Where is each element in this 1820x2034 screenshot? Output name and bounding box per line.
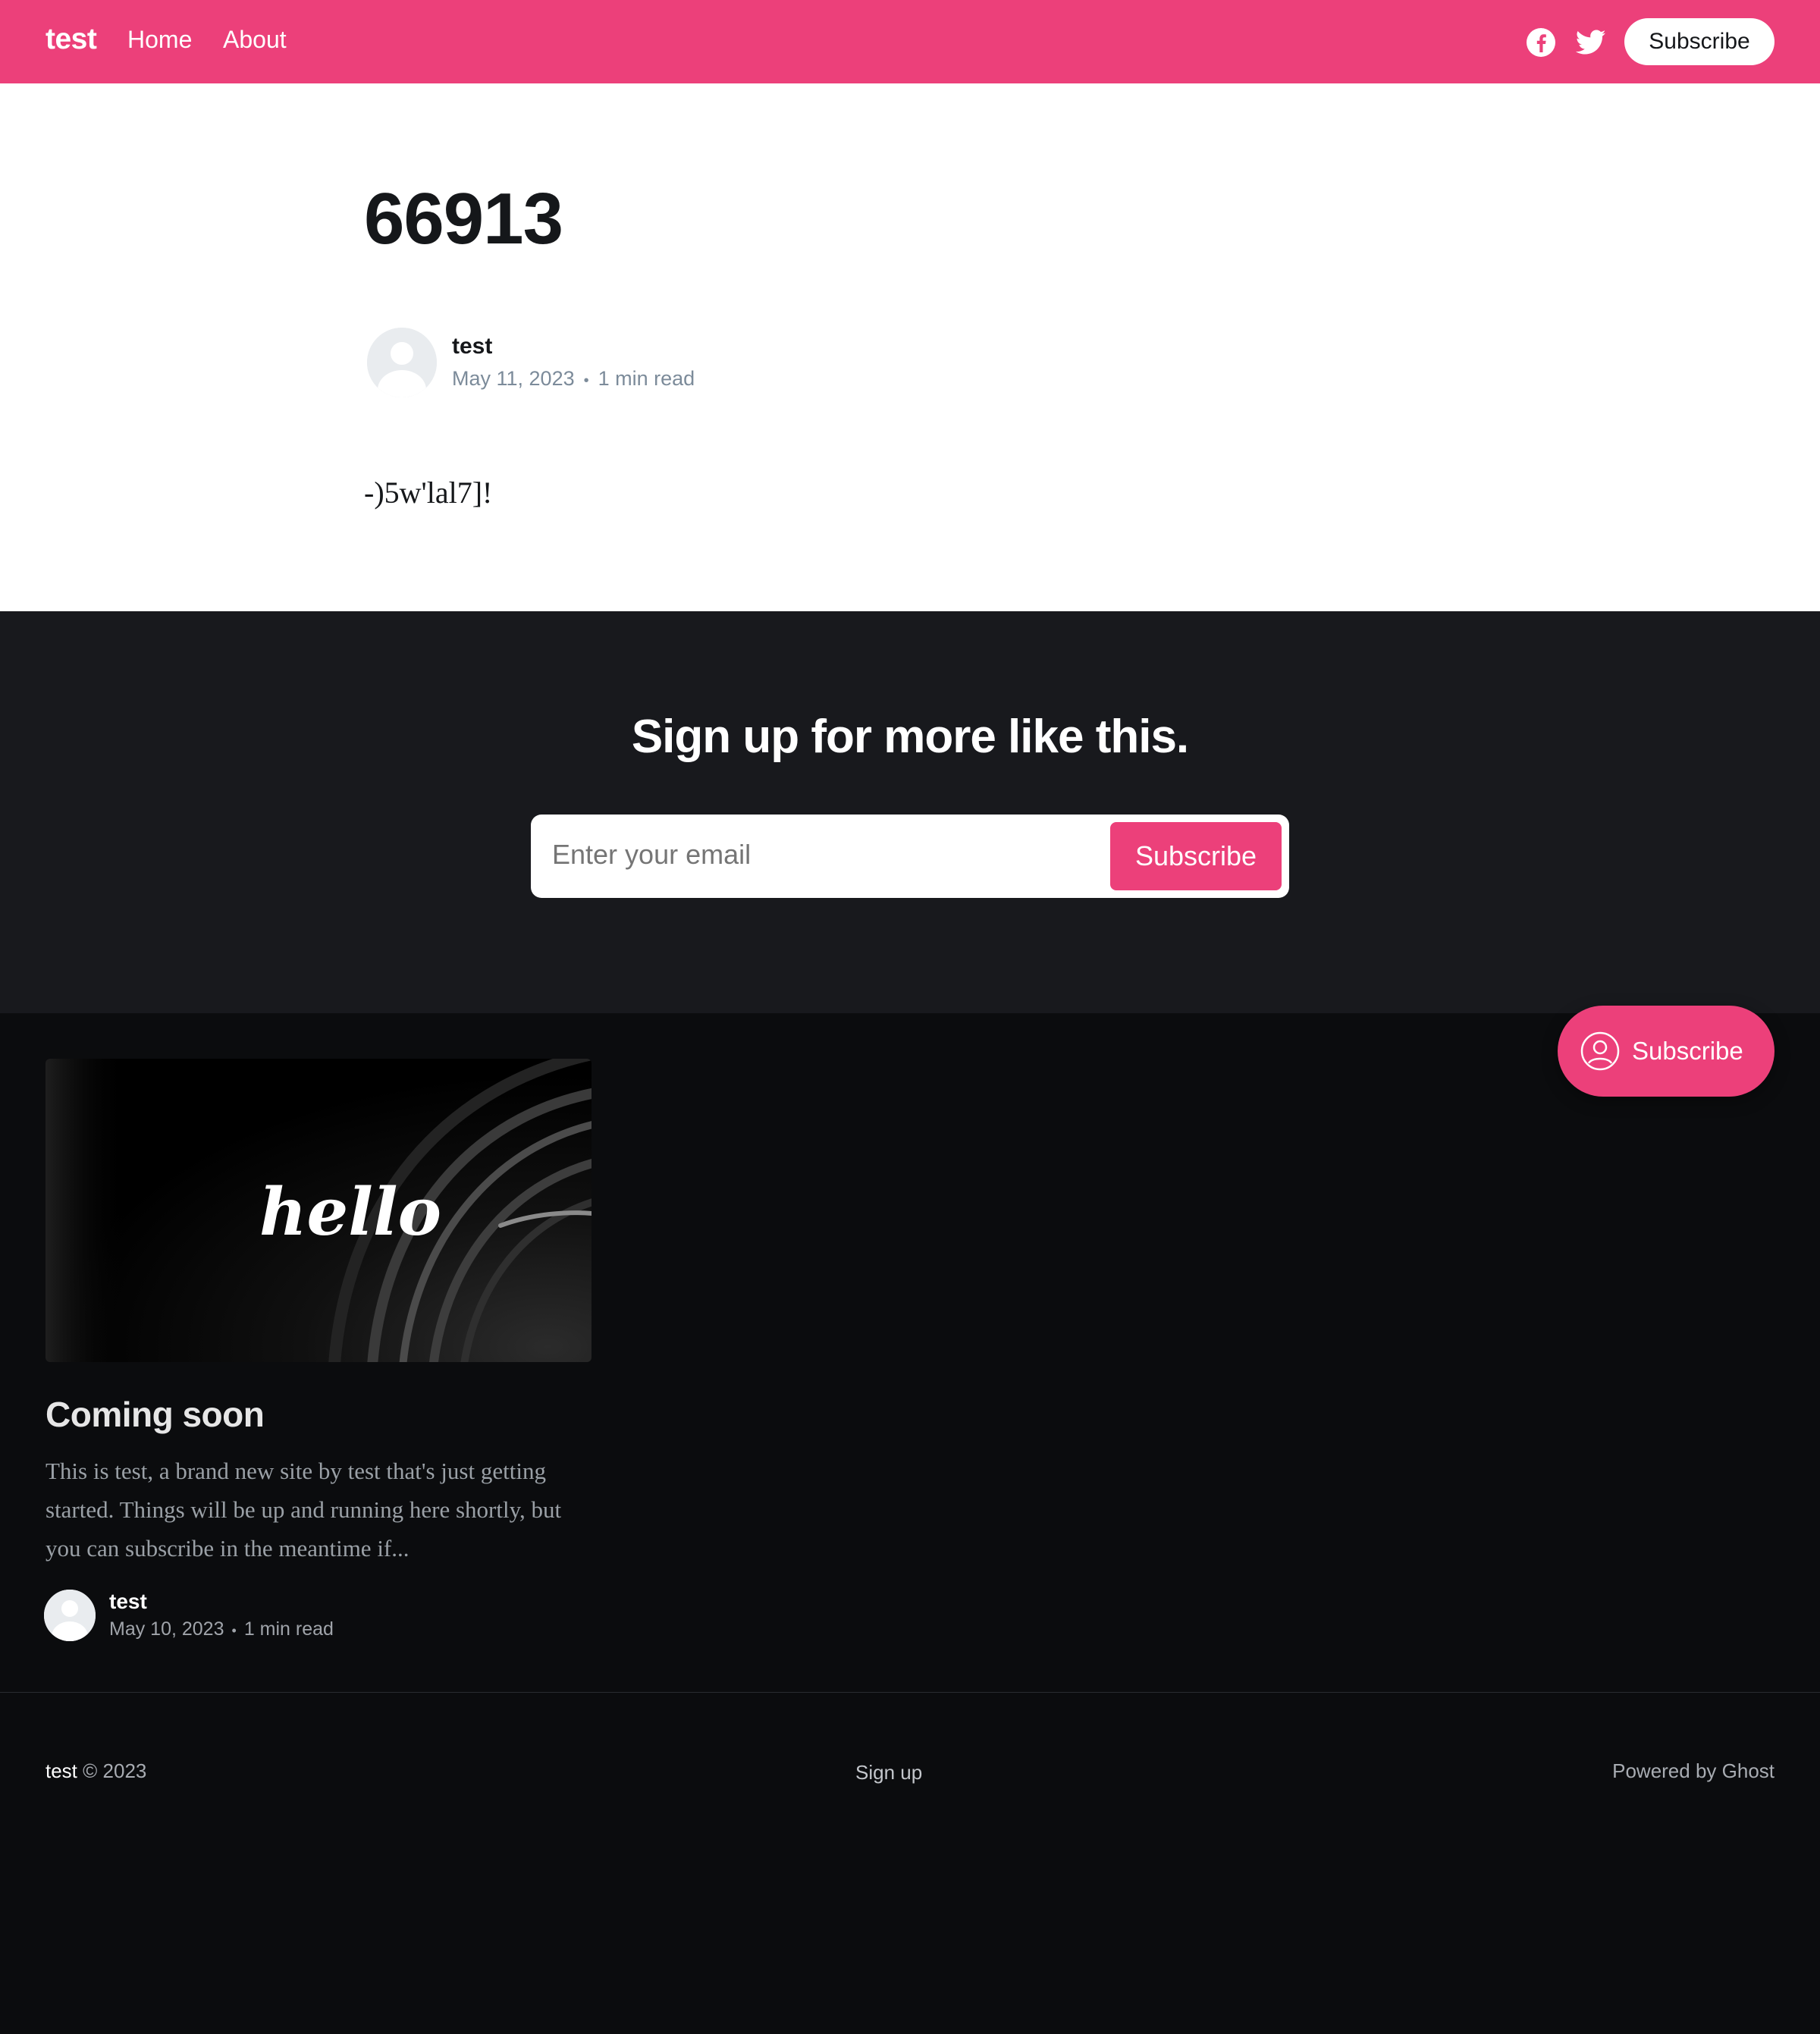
image-caption: hello — [259, 1174, 441, 1251]
site-header: test Home About Subscribe — [0, 0, 1820, 83]
floating-subscribe-label: Subscribe — [1632, 1037, 1743, 1065]
author-avatar[interactable] — [367, 328, 437, 397]
signup-cta: Sign up for more like this. Subscribe — [0, 611, 1820, 1013]
post-card-excerpt: This is test, a brand new site by test t… — [46, 1458, 562, 1562]
post-date: May 11, 2023 — [452, 367, 575, 390]
nav-home-link[interactable]: Home — [127, 26, 192, 54]
hello-image: hello — [46, 1059, 592, 1362]
post-meta: May 11, 2023 • 1 min read — [452, 367, 695, 391]
email-input[interactable] — [552, 839, 1083, 871]
article: 66913 test May 11, 2023 • 1 min read -)5w'… — [0, 83, 1820, 611]
site-footer: test © 2023 Sign up Powered by Ghost — [0, 1693, 1820, 2034]
card-date: May 10, 2023 — [109, 1618, 224, 1640]
nav-about-link[interactable]: About — [223, 26, 287, 54]
footer-signup-link[interactable]: Sign up — [855, 1761, 922, 1784]
user-circle-icon — [1580, 1031, 1620, 1071]
footer-site-link[interactable]: test — [46, 1759, 77, 1782]
card-meta: May 10, 2023 • 1 min read — [109, 1618, 334, 1640]
card-author-name[interactable]: test — [109, 1590, 147, 1614]
post-read-time: 1 min read — [598, 367, 695, 390]
footer-copyright: test © 2023 — [46, 1759, 146, 1783]
floating-subscribe-button[interactable]: Subscribe — [1558, 1006, 1774, 1097]
facebook-icon[interactable] — [1526, 27, 1556, 58]
avatar-placeholder-icon — [44, 1590, 96, 1641]
twitter-icon[interactable] — [1576, 27, 1606, 58]
card-author-avatar[interactable] — [42, 1588, 97, 1643]
post-body: -)5w'lal7]! — [364, 476, 493, 510]
copyright-text: © 2023 — [83, 1759, 147, 1782]
avatar-placeholder-icon — [367, 328, 437, 397]
post-card-title[interactable]: Coming soon — [46, 1394, 265, 1435]
meta-separator: • — [231, 1623, 237, 1638]
cta-subscribe-button[interactable]: Subscribe — [1110, 822, 1282, 890]
meta-separator: • — [583, 372, 589, 389]
site-logo[interactable]: test — [46, 23, 97, 56]
cta-title: Sign up for more like this. — [631, 711, 1189, 763]
header-subscribe-button[interactable]: Subscribe — [1624, 18, 1774, 65]
post-card-image[interactable]: hello — [46, 1059, 592, 1362]
post-feed: hello Coming soon This is test, a brand … — [0, 1013, 1820, 1693]
signup-form: Subscribe — [531, 815, 1289, 898]
card-read-time: 1 min read — [243, 1618, 334, 1640]
author-name[interactable]: test — [452, 334, 492, 359]
post-title: 66913 — [364, 178, 563, 259]
powered-by-ghost-link[interactable]: Powered by Ghost — [1612, 1759, 1774, 1783]
